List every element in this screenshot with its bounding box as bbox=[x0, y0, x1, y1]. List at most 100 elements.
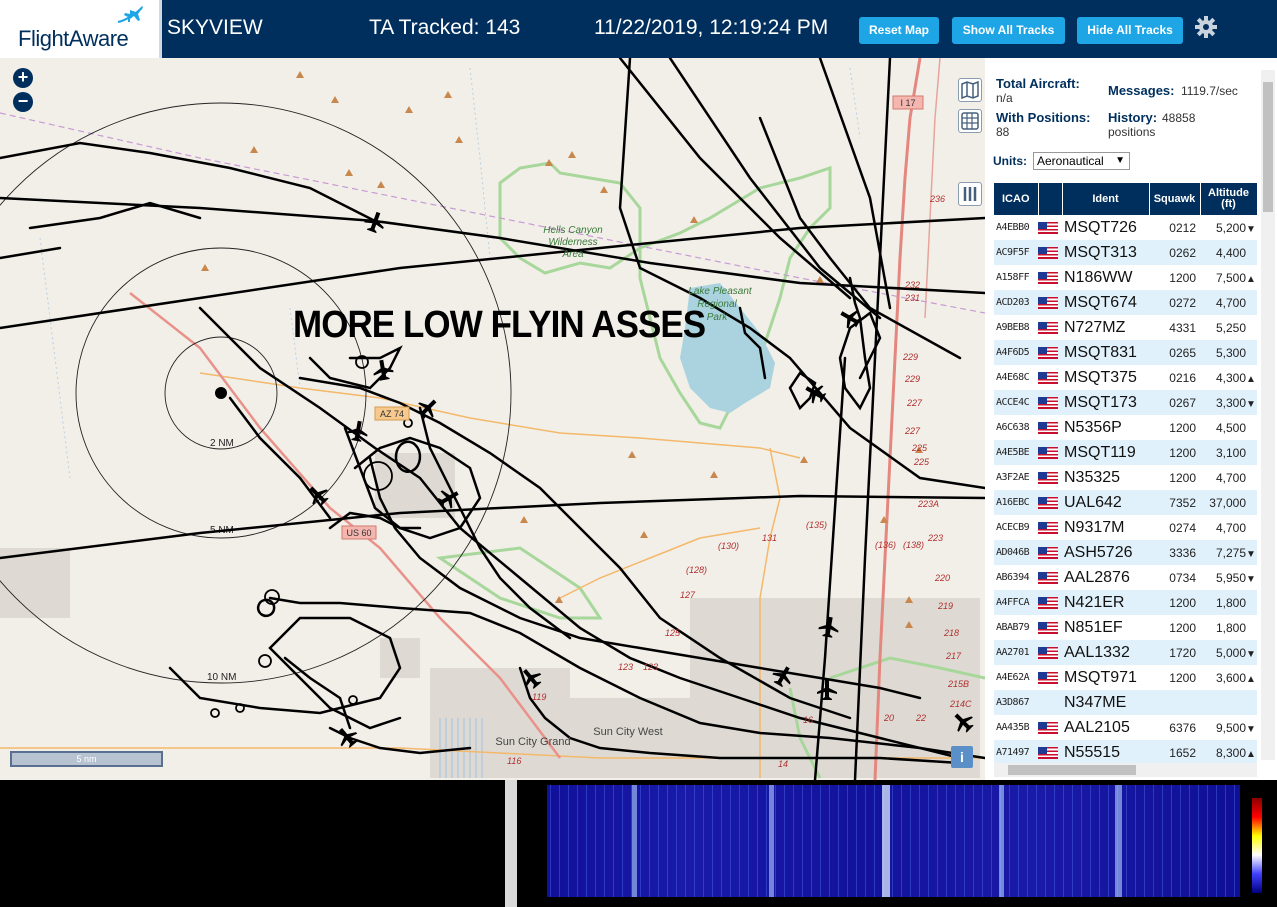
exit-number: 214C bbox=[949, 699, 972, 709]
history-value: 48858 bbox=[1162, 111, 1196, 125]
ident-cell: N851EF bbox=[1062, 615, 1149, 640]
flag-cell bbox=[1038, 690, 1062, 715]
table-row[interactable]: AB6394 AAL2876 0734 5,950▼ bbox=[994, 565, 1257, 590]
horizontal-scrollbar[interactable] bbox=[994, 763, 1257, 777]
column-header-flag[interactable] bbox=[1038, 183, 1063, 215]
table-row[interactable]: AC9F5F MSQT313 0262 4,400 bbox=[994, 240, 1257, 265]
altitude-trend-icon: ▲ bbox=[1246, 373, 1256, 385]
table-row[interactable]: A3D867 N347ME bbox=[994, 690, 1257, 715]
table-row[interactable]: A4EBB0 MSQT726 0212 5,200▼ bbox=[994, 215, 1257, 240]
map-view[interactable]: 2 NM 5 NM 10 NM Hells Canyon Wilderness … bbox=[0, 58, 985, 780]
table-row[interactable]: A4E68C MSQT375 0216 4,300▲ bbox=[994, 365, 1257, 390]
zoom-in-button[interactable]: + bbox=[13, 68, 33, 88]
zoom-out-button[interactable]: − bbox=[13, 92, 33, 112]
scrollbar-thumb[interactable] bbox=[1008, 765, 1136, 775]
us-flag-icon bbox=[1038, 522, 1058, 535]
column-toggle-button[interactable] bbox=[958, 182, 982, 206]
us-flag-icon bbox=[1038, 722, 1058, 735]
table-row[interactable]: A3F2AE N35325 1200 4,700 bbox=[994, 465, 1257, 490]
table-row[interactable]: A4E62A MSQT971 1200 3,600▲ bbox=[994, 665, 1257, 690]
ident-cell: N186WW bbox=[1062, 265, 1149, 290]
total-aircraft-label: Total Aircraft: bbox=[996, 76, 1080, 91]
squawk-cell: 0262 bbox=[1149, 240, 1200, 265]
flag-cell bbox=[1038, 615, 1062, 640]
table-row[interactable]: ACCE4C MSQT173 0267 3,300▼ bbox=[994, 390, 1257, 415]
icao-cell: A158FF bbox=[994, 265, 1038, 290]
icao-cell: ACD203 bbox=[994, 290, 1038, 315]
column-header-ident[interactable]: Ident bbox=[1062, 183, 1150, 215]
waterfall-panel bbox=[517, 780, 1277, 907]
panel-divider[interactable] bbox=[505, 780, 517, 907]
grid-toggle-button[interactable] bbox=[958, 109, 982, 133]
icao-cell: A9BEB8 bbox=[994, 315, 1038, 340]
squawk-cell: 0265 bbox=[1149, 340, 1200, 365]
altitude-cell: 5,000▼ bbox=[1200, 640, 1257, 665]
hide-all-tracks-button[interactable]: Hide All Tracks bbox=[1077, 17, 1183, 44]
table-row[interactable]: ACD203 MSQT674 0272 4,700 bbox=[994, 290, 1257, 315]
altitude-cell: 4,700 bbox=[1200, 515, 1257, 540]
exit-number: 225 bbox=[913, 457, 930, 467]
icao-cell: ABAB79 bbox=[994, 615, 1038, 640]
altitude-trend-icon: ▲ bbox=[1246, 673, 1256, 685]
gear-icon[interactable] bbox=[1194, 15, 1218, 39]
table-row[interactable]: AA435B AAL2105 6376 9,500▼ bbox=[994, 715, 1257, 740]
exit-number: 229 bbox=[904, 374, 920, 384]
table-row[interactable]: A4FFCA N421ER 1200 1,800 bbox=[994, 590, 1257, 615]
flag-cell bbox=[1038, 640, 1062, 665]
exit-number: 229 bbox=[902, 352, 918, 362]
exit-number: 119 bbox=[532, 692, 546, 702]
icao-cell: A4E68C bbox=[994, 365, 1038, 390]
flightaware-logo[interactable]: FlightAware bbox=[0, 0, 162, 58]
flag-cell bbox=[1038, 540, 1062, 565]
icao-cell: A16EBC bbox=[994, 490, 1038, 515]
icao-cell: AA2701 bbox=[994, 640, 1038, 665]
table-row[interactable]: AA2701 AAL1332 1720 5,000▼ bbox=[994, 640, 1257, 665]
table-row[interactable]: ABAB79 N851EF 1200 1,800 bbox=[994, 615, 1257, 640]
flag-cell bbox=[1038, 365, 1062, 390]
column-header-altitude[interactable]: Altitude (ft) bbox=[1200, 183, 1257, 215]
column-header-squawk[interactable]: Squawk bbox=[1149, 183, 1201, 215]
aircraft-table[interactable]: ICAO Ident Squawk Altitude (ft) A4EBB0 MS… bbox=[994, 183, 1257, 763]
table-row[interactable]: A4F6D5 MSQT831 0265 5,300 bbox=[994, 340, 1257, 365]
exit-number: 125 bbox=[665, 628, 681, 638]
table-row[interactable]: A9BEB8 N727MZ 4331 5,250 bbox=[994, 315, 1257, 340]
info-button[interactable]: i bbox=[951, 746, 973, 768]
exit-number: 116 bbox=[507, 756, 521, 766]
altitude-cell: 9,500▼ bbox=[1200, 715, 1257, 740]
exit-number: 16 bbox=[803, 715, 813, 725]
table-row[interactable]: A16EBC UAL642 7352 37,000 bbox=[994, 490, 1257, 515]
datetime-display: 11/22/2019, 12:19:24 PM bbox=[594, 16, 829, 39]
table-row[interactable]: A71497 N55515 1652 8,300▲ bbox=[994, 740, 1257, 763]
table-row[interactable]: ACECB9 N9317M 0274 4,700 bbox=[994, 515, 1257, 540]
exit-number: 225 bbox=[911, 443, 928, 453]
reset-map-button[interactable]: Reset Map bbox=[859, 17, 939, 44]
spectrum-waterfall bbox=[547, 785, 1240, 897]
scrollbar-thumb[interactable] bbox=[1263, 82, 1273, 212]
us-flag-icon bbox=[1038, 372, 1058, 385]
vertical-scrollbar[interactable] bbox=[1261, 70, 1275, 760]
flag-cell bbox=[1038, 315, 1062, 340]
units-select[interactable]: Aeronautical ▼ bbox=[1033, 152, 1130, 170]
altitude-value: 4,700 bbox=[1215, 470, 1246, 485]
us-flag-icon bbox=[1038, 472, 1058, 485]
altitude-value: 37,000 bbox=[1209, 495, 1246, 510]
altitude-cell: 3,100 bbox=[1200, 440, 1257, 465]
flag-cell bbox=[1038, 715, 1062, 740]
signal-panel bbox=[0, 780, 505, 907]
column-header-icao[interactable]: ICAO bbox=[994, 183, 1039, 215]
map-canvas[interactable]: 2 NM 5 NM 10 NM Hells Canyon Wilderness … bbox=[0, 58, 985, 780]
altitude-trend-icon: ▼ bbox=[1246, 223, 1256, 235]
place-label: Park bbox=[707, 312, 729, 323]
history-label: History: bbox=[1108, 110, 1158, 125]
exit-number: (130) bbox=[718, 541, 739, 551]
map-layers-button[interactable] bbox=[958, 78, 982, 102]
table-row[interactable]: A4E5BE MSQT119 1200 3,100 bbox=[994, 440, 1257, 465]
table-row[interactable]: A6C638 N5356P 1200 4,500 bbox=[994, 415, 1257, 440]
squawk-cell: 1200 bbox=[1149, 440, 1200, 465]
table-row[interactable]: A158FF N186WW 1200 7,500▲ bbox=[994, 265, 1257, 290]
show-all-tracks-button[interactable]: Show All Tracks bbox=[952, 17, 1065, 44]
exit-number: 20 bbox=[883, 713, 894, 723]
table-row[interactable]: AD046B ASH5726 3336 7,275▼ bbox=[994, 540, 1257, 565]
squawk-cell: 1720 bbox=[1149, 640, 1200, 665]
ident-cell: MSQT726 bbox=[1062, 215, 1149, 240]
